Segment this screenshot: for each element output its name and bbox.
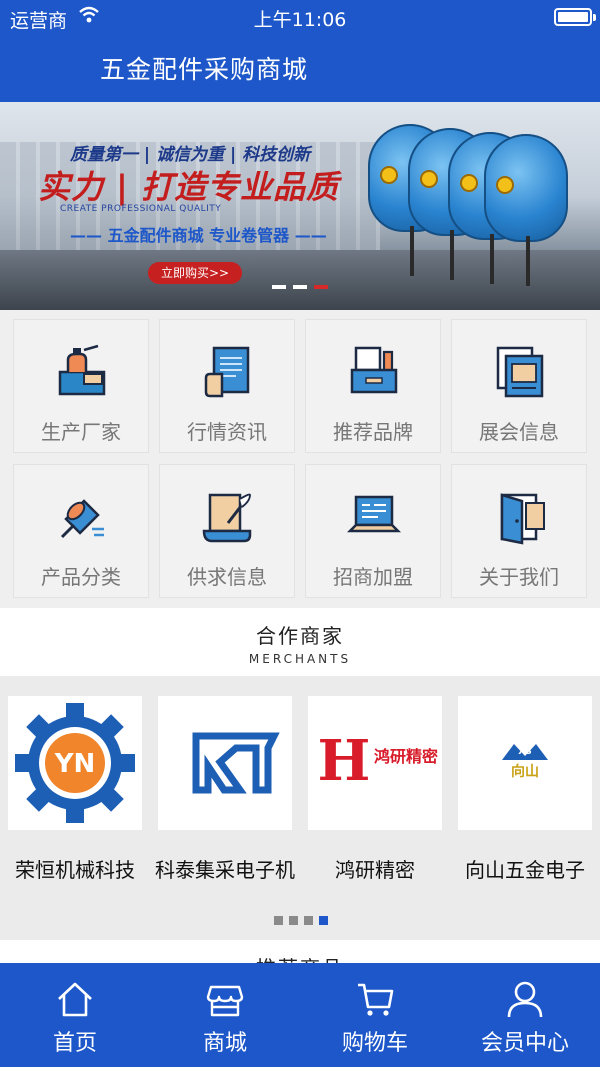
merchants-carousel[interactable]: YN H 鸿研精密 XS 向山 荣恒机械科技 科泰集采电子机 鸿研精密 向山五金 [0,676,600,940]
tile-exhibitions[interactable]: 展会信息 [451,319,587,453]
banner-dot-active[interactable] [314,285,328,289]
factory-icon [58,344,106,396]
banner-headline: 实力 | 打造专业品质 [38,168,339,206]
tile-market-news[interactable]: 行情资讯 [159,319,295,453]
xiangshan-logo-icon: XS 向山 [502,744,548,780]
merchant-name[interactable]: 科泰集采电子机 [150,854,300,883]
tab-home[interactable]: 首页 [0,963,150,1067]
battery-icon [554,8,596,26]
cart-icon [358,983,394,1016]
pin-icon [60,499,104,539]
tile-product-categories[interactable]: 产品分类 [13,464,149,598]
tile-manufacturers[interactable]: 生产厂家 [13,319,149,453]
top-bar: 运营商 上午11:06 五金配件采购商城 [0,0,600,102]
kt-logo-icon [192,732,280,794]
merchant-logo-text: 向山 [511,763,539,780]
merchant-card[interactable]: YN [8,696,142,830]
status-bar: 运营商 上午11:06 [0,0,600,34]
banner-tagline: —— 五金配件商城 专业卷管器 —— [70,226,327,245]
tab-label: 首页 [52,1031,97,1056]
banner-dot[interactable] [293,285,307,289]
merchants-dot[interactable] [274,916,283,925]
hongyan-logo-icon: H 鸿研精密 [318,728,438,794]
banner-dot[interactable] [272,285,286,289]
tile-recommended-brands[interactable]: 推荐品牌 [305,319,441,453]
tile-label: 生产厂家 [41,420,121,444]
tile-supply-demand[interactable]: 供求信息 [159,464,295,598]
promo-banner[interactable]: 质量第一 | 诚信为重 | 科技创新 实力 | 打造专业品质 CREATE PR… [0,102,600,310]
merchant-logo-text: YN [54,749,96,779]
exhibition-icon [496,346,544,398]
laptop-icon [346,495,402,533]
merchants-dot-active[interactable] [319,916,328,925]
merchant-name[interactable]: 荣恒机械科技 [0,854,150,883]
tile-label: 行情资讯 [187,420,267,444]
merchant-card[interactable]: XS 向山 [458,696,592,830]
merchants-subtitle: MERCHANTS [248,652,352,666]
tab-label: 会员中心 [480,1031,569,1056]
tab-member-center[interactable]: 会员中心 [450,963,600,1067]
merchant-logo-text: H [318,728,371,794]
tile-label: 推荐品牌 [333,420,413,444]
door-icon [500,493,545,545]
banner-pagination[interactable] [272,285,328,289]
merchant-name[interactable]: 鸿研精密 [300,854,450,883]
quill-scroll-icon [202,493,252,543]
banner-english-subtitle: CREATE PROFESSIONAL QUALITY [60,204,222,214]
merchants-dot[interactable] [289,916,298,925]
app-screen: 运营商 上午11:06 五金配件采购商城 质量第一 | 诚信为重 | 科技创新 … [0,0,600,1067]
tile-label: 展会信息 [479,420,559,444]
merchant-name[interactable]: 向山五金电子 [450,854,600,883]
clock: 上午11:06 [253,9,347,31]
home-icon [58,982,92,1017]
tile-label: 关于我们 [479,565,559,589]
merchant-logo-text: 鸿研精密 [374,747,438,766]
tab-cart[interactable]: 购物车 [300,963,450,1067]
merchant-card[interactable]: H 鸿研精密 [308,696,442,830]
tab-label: 商城 [202,1031,247,1056]
buy-now-button[interactable]: 立即购买>> [148,262,242,284]
gear-logo-icon: YN [15,703,135,823]
category-grid: 生产厂家 行情资讯 推荐品牌 展会信息 产品分类 供求信息 招商加盟 关于我们 [13,319,588,598]
tile-franchise[interactable]: 招商加盟 [305,464,441,598]
news-scroll-icon [204,346,250,398]
bottom-tab-bar: 首页 商城 购物车 会员中心 [0,963,600,1067]
page-title: 五金配件采购商城 [100,55,309,84]
user-icon [507,981,543,1018]
tile-label: 产品分类 [41,565,121,589]
merchants-pagination[interactable] [274,916,328,925]
tile-label: 供求信息 [187,565,267,589]
tile-label: 招商加盟 [333,565,413,589]
tab-label: 购物车 [341,1031,408,1056]
store-icon [206,985,244,1017]
tile-about-us[interactable]: 关于我们 [451,464,587,598]
hose-reel-product-image [368,124,568,294]
merchants-dot[interactable] [304,916,313,925]
merchant-card[interactable] [158,696,292,830]
merchant-logo-text: XS [518,747,531,757]
hose-reel-icon [484,134,568,286]
tab-store[interactable]: 商城 [150,963,300,1067]
brand-drawer-icon [350,346,398,394]
merchants-title: 合作商家 [256,624,344,648]
merchants-header: 合作商家 MERCHANTS [0,608,600,676]
